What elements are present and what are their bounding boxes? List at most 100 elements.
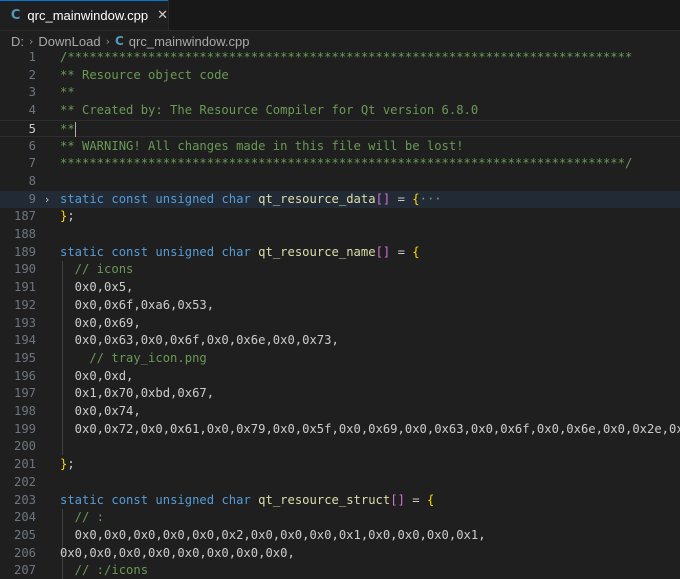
code-text: 0x0,0x63,0x0,0x6f,0x0,0x6e,0x0,0x73, [60, 332, 339, 350]
code-text: 0x0,0x69, [60, 315, 141, 333]
code-token: 0x1,0x70,0xbd,0x67, [60, 386, 215, 401]
code-line[interactable]: 207 // :/icons [0, 562, 680, 579]
code-line[interactable]: 193 0x0,0x69, [0, 315, 680, 333]
code-token: qt_resource_struct [258, 492, 391, 507]
line-number: 2 [28, 67, 36, 82]
code-line[interactable]: 198 0x0,0x74, [0, 403, 680, 421]
code-line[interactable]: 188 [0, 226, 680, 244]
line-number: 197 [13, 386, 36, 401]
code-line[interactable]: 6 ** WARNING! All changes made in this fi… [0, 138, 680, 156]
code-line[interactable]: 203 static const unsigned char qt_resourc… [0, 492, 680, 510]
code-text: /***************************************… [60, 49, 632, 67]
code-text: 0x0,0xd, [60, 368, 134, 386]
line-number: 193 [13, 315, 36, 330]
line-number: 202 [13, 474, 36, 489]
code-line[interactable]: 199 0x0,0x72,0x0,0x61,0x0,0x79,0x0,0x5f,… [0, 421, 680, 439]
code-text: // icons [60, 261, 134, 279]
code-line[interactable]: 190 // icons [0, 261, 680, 279]
code-token: qt_resource_name [258, 244, 376, 259]
close-icon[interactable]: ✕ [157, 8, 168, 23]
line-number: 188 [13, 227, 36, 241]
code-line[interactable]: 195 // tray_icon.png [0, 350, 680, 368]
code-token: ; [67, 457, 75, 472]
line-number: 7 [28, 156, 36, 171]
breadcrumb-folder[interactable]: DownLoad [38, 34, 100, 49]
code-token: 0x0,0x74, [60, 404, 141, 418]
code-token: ****************************************… [60, 156, 633, 171]
line-number: 196 [13, 368, 36, 383]
code-text: static const unsigned char qt_resource_s… [60, 492, 434, 510]
line-number: 1 [28, 50, 36, 64]
line-number: 207 [13, 563, 36, 578]
code-text: 0x0,0x74, [60, 403, 141, 421]
code-line[interactable]: 8 [0, 173, 680, 191]
code-line[interactable]: 1 /**************************************… [0, 49, 680, 67]
text-cursor [74, 121, 76, 137]
line-number: 195 [13, 350, 36, 365]
code-line[interactable]: 191 0x0,0x5, [0, 279, 680, 297]
code-editor[interactable]: 1 /**************************************… [0, 49, 680, 579]
tab-title: qrc_mainwindow.cpp [27, 7, 149, 23]
code-token: char [221, 191, 251, 206]
code-line[interactable]: 7 ***************************************… [0, 155, 680, 173]
line-number: 189 [13, 244, 36, 259]
code-line[interactable]: 4 ** Created by: The Resource Compiler fo… [0, 102, 680, 120]
breadcrumb-drive[interactable]: D: [11, 34, 24, 49]
chevron-right-icon: › [105, 34, 110, 48]
line-number: 8 [28, 173, 36, 188]
code-text: // : [60, 509, 104, 527]
code-token: char [221, 244, 251, 259]
code-token: ** WARNING! All changes made in this fil… [60, 138, 464, 153]
code-line[interactable]: 202 [0, 474, 680, 492]
code-text: 0x0,0x6f,0xa6,0x53, [60, 297, 214, 315]
code-line[interactable]: 189 static const unsigned char qt_resourc… [0, 244, 680, 262]
code-line[interactable]: 9 › static const unsigned char qt_resource… [0, 190, 680, 209]
code-token: ** Created by: The Resource Compiler for… [60, 103, 479, 118]
code-token: const [111, 492, 149, 507]
code-line[interactable]: 5 ** [0, 119, 680, 138]
code-token: 0x0,0x5, [60, 280, 134, 295]
code-token: 0x0,0x0,0x0,0x0,0x0,0x0,0x0,0x0, [60, 545, 295, 560]
code-text: static const unsigned char qt_resource_d… [60, 191, 442, 209]
line-number: 5 [28, 121, 36, 136]
line-number: 9 [28, 191, 36, 206]
line-number: 199 [13, 421, 36, 436]
line-number: 203 [13, 492, 36, 507]
code-token: // icons [60, 262, 134, 277]
code-token: { [426, 492, 435, 507]
line-number: 204 [13, 510, 36, 525]
fold-chevron-icon[interactable]: › [45, 191, 49, 209]
code-line[interactable]: 205 0x0,0x0,0x0,0x0,0x0,0x2,0x0,0x0,0x0,… [0, 527, 680, 545]
code-text: // tray_icon.png [60, 350, 207, 368]
code-line[interactable]: 3 ** [0, 84, 680, 102]
code-line[interactable]: 187}; [0, 208, 680, 226]
tab-qrc-mainwindow[interactable]: C qrc_mainwindow.cpp ✕ [0, 0, 169, 30]
chevron-right-icon: › [29, 34, 34, 48]
code-line[interactable]: 194 0x0,0x63,0x0,0x6f,0x0,0x6e,0x0,0x73, [0, 332, 680, 350]
code-token: /***************************************… [60, 50, 633, 64]
code-token: // : [60, 510, 105, 525]
code-text: 0x1,0x70,0xbd,0x67, [60, 385, 214, 403]
line-number: 4 [28, 103, 36, 118]
code-token: // tray_icon.png [60, 350, 207, 365]
code-line[interactable]: 204 // : [0, 509, 680, 527]
code-line[interactable]: 196 0x0,0xd, [0, 368, 680, 386]
code-token: 0x0,0x72,0x0,0x61,0x0,0x79,0x0,0x5f,0x0,… [60, 421, 680, 436]
code-token: ** [60, 85, 75, 100]
breadcrumb-file[interactable]: qrc_mainwindow.cpp [129, 34, 250, 49]
code-line[interactable]: 201}; [0, 456, 680, 474]
code-token: unsigned [155, 492, 215, 507]
code-line[interactable]: 192 0x0,0x6f,0xa6,0x53, [0, 297, 680, 315]
code-line[interactable]: 200 [0, 438, 680, 456]
line-number: 194 [13, 333, 36, 348]
code-token: static [60, 492, 105, 507]
code-line[interactable]: 197 0x1,0x70,0xbd,0x67, [0, 385, 680, 403]
line-number: 198 [13, 404, 36, 418]
code-line[interactable]: 2 ** Resource object code [0, 67, 680, 85]
cpp-file-icon: C [114, 34, 124, 48]
code-token: 0x0,0x6f,0xa6,0x53, [60, 297, 215, 312]
code-token: ** [60, 121, 75, 136]
code-text: }; [60, 208, 75, 226]
code-text: }; [60, 456, 75, 474]
code-line[interactable]: 206 0x0,0x0,0x0,0x0,0x0,0x0,0x0,0x0, [0, 545, 680, 563]
